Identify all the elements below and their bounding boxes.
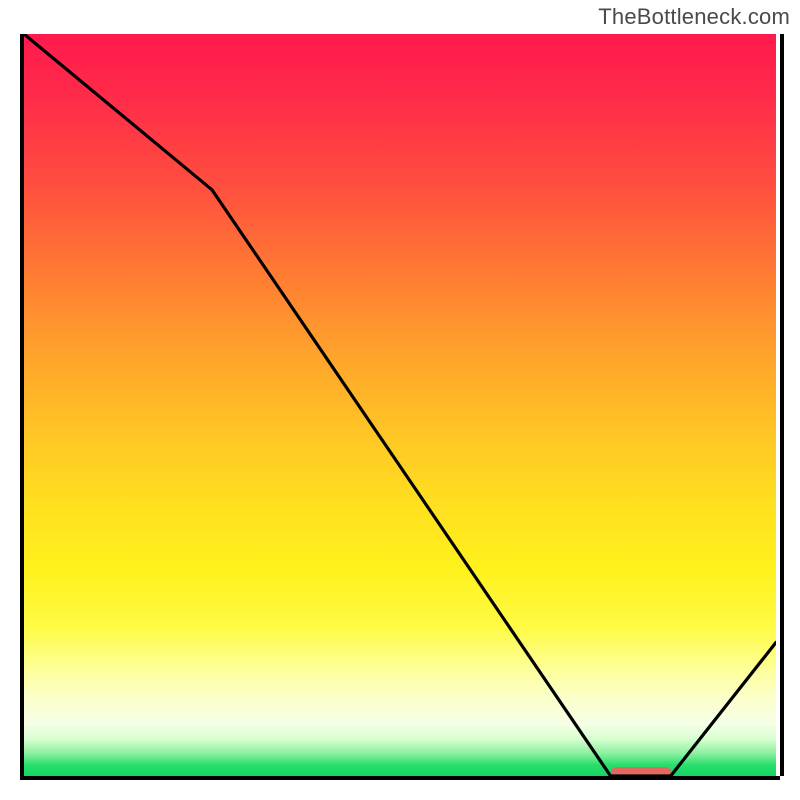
chart-right-border bbox=[780, 34, 784, 776]
attribution-text: TheBottleneck.com bbox=[598, 4, 790, 30]
bottleneck-curve-path bbox=[24, 34, 776, 776]
bottleneck-curve bbox=[24, 34, 776, 776]
chart-plot-area bbox=[24, 34, 776, 776]
